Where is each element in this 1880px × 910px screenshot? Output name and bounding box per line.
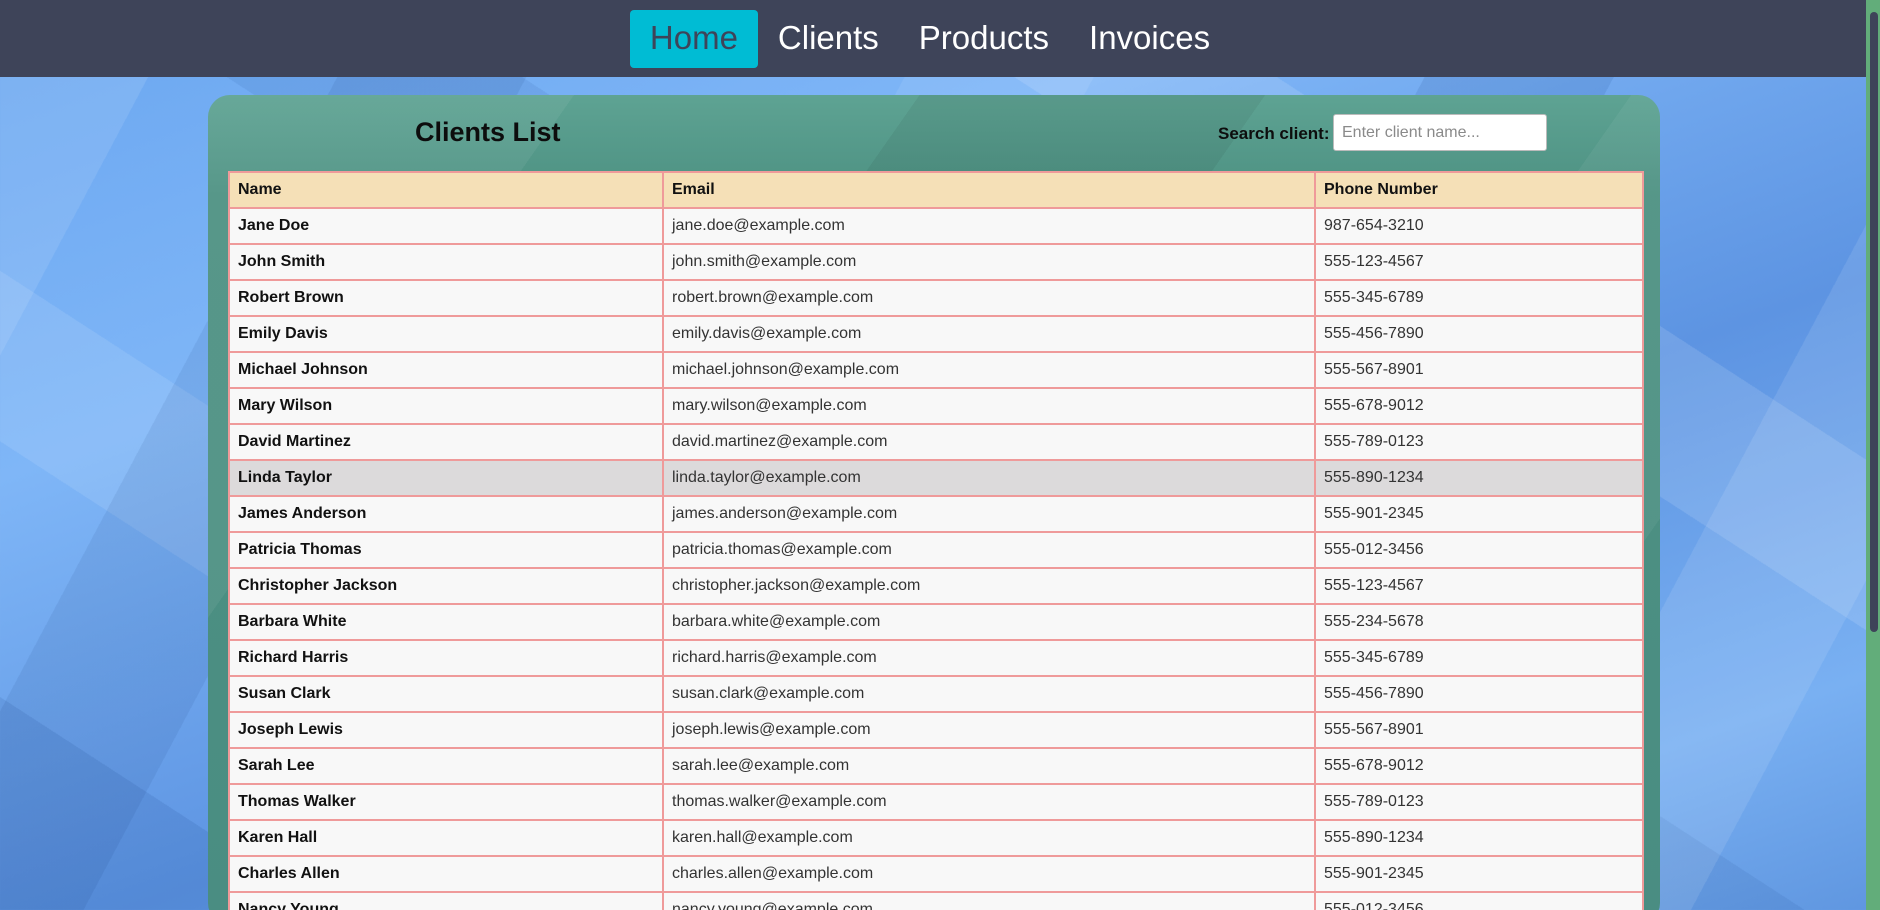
cell-phone: 555-012-3456 <box>1314 891 1644 910</box>
scrollbar-thumb[interactable] <box>1870 12 1878 632</box>
cell-phone: 555-901-2345 <box>1314 855 1644 893</box>
table-row[interactable]: Jane Doe jane.doe@example.com 987-654-3210 <box>228 207 1644 245</box>
cell-phone: 555-901-2345 <box>1314 495 1644 533</box>
cell-phone: 555-123-4567 <box>1314 567 1644 605</box>
cell-email: patricia.thomas@example.com <box>662 531 1316 569</box>
cell-name: James Anderson <box>228 495 664 533</box>
cell-phone: 555-234-5678 <box>1314 603 1644 641</box>
cell-name: Linda Taylor <box>228 459 664 497</box>
cell-phone: 555-456-7890 <box>1314 315 1644 353</box>
cell-name: Thomas Walker <box>228 783 664 821</box>
cell-name: Joseph Lewis <box>228 711 664 749</box>
cell-name: Robert Brown <box>228 279 664 317</box>
table-row[interactable]: John Smith john.smith@example.com 555-123-… <box>228 243 1644 281</box>
cell-email: mary.wilson@example.com <box>662 387 1316 425</box>
cell-phone: 555-890-1234 <box>1314 459 1644 497</box>
cell-name: Patricia Thomas <box>228 531 664 569</box>
table-row[interactable]: James Anderson james.anderson@example.com… <box>228 495 1644 533</box>
cell-email: karen.hall@example.com <box>662 819 1316 857</box>
table-header-row: Name Email Phone Number <box>228 171 1644 209</box>
cell-email: thomas.walker@example.com <box>662 783 1316 821</box>
table-row[interactable]: Joseph Lewis joseph.lewis@example.com 555-… <box>228 711 1644 749</box>
cell-email: richard.harris@example.com <box>662 639 1316 677</box>
search-input[interactable] <box>1333 114 1547 151</box>
cell-email: jane.doe@example.com <box>662 207 1316 245</box>
cell-email: joseph.lewis@example.com <box>662 711 1316 749</box>
header-name[interactable]: Name <box>228 171 664 209</box>
table-row[interactable]: David Martinez david.martinez@example.com… <box>228 423 1644 461</box>
clients-table-wrapper: Name Email Phone Number Jane Doe jane.doe… <box>228 171 1644 910</box>
cell-phone: 555-567-8901 <box>1314 711 1644 749</box>
cell-phone: 555-567-8901 <box>1314 351 1644 389</box>
table-row[interactable]: Christopher Jackson christopher.jackson@e… <box>228 567 1644 605</box>
header-phone[interactable]: Phone Number <box>1314 171 1644 209</box>
header-email[interactable]: Email <box>662 171 1316 209</box>
cell-name: Karen Hall <box>228 819 664 857</box>
table-row[interactable]: Barbara White barbara.white@example.com 55… <box>228 603 1644 641</box>
cell-name: David Martinez <box>228 423 664 461</box>
cell-phone: 555-678-9012 <box>1314 747 1644 785</box>
cell-email: nancy.young@example.com <box>662 891 1316 910</box>
table-row[interactable]: Emily Davis emily.davis@example.com 555-45… <box>228 315 1644 353</box>
table-row[interactable]: Linda Taylor linda.taylor@example.com 555-… <box>228 459 1644 497</box>
cell-email: james.anderson@example.com <box>662 495 1316 533</box>
cell-email: susan.clark@example.com <box>662 675 1316 713</box>
clients-panel: Clients List Search client: Name Email P… <box>208 95 1660 910</box>
cell-email: david.martinez@example.com <box>662 423 1316 461</box>
nav-invoices[interactable]: Invoices <box>1069 10 1230 68</box>
cell-email: barbara.white@example.com <box>662 603 1316 641</box>
cell-name: Emily Davis <box>228 315 664 353</box>
table-row[interactable]: Mary Wilson mary.wilson@example.com 555-67… <box>228 387 1644 425</box>
table-row[interactable]: Richard Harris richard.harris@example.com… <box>228 639 1644 677</box>
cell-email: john.smith@example.com <box>662 243 1316 281</box>
cell-email: sarah.lee@example.com <box>662 747 1316 785</box>
cell-phone: 555-456-7890 <box>1314 675 1644 713</box>
cell-name: Barbara White <box>228 603 664 641</box>
table-row[interactable]: Karen Hall karen.hall@example.com 555-890-… <box>228 819 1644 857</box>
table-row[interactable]: Sarah Lee sarah.lee@example.com 555-678-90… <box>228 747 1644 785</box>
cell-name: Michael Johnson <box>228 351 664 389</box>
cell-email: christopher.jackson@example.com <box>662 567 1316 605</box>
cell-name: Mary Wilson <box>228 387 664 425</box>
cell-phone: 555-789-0123 <box>1314 423 1644 461</box>
table-body: Jane Doe jane.doe@example.com 987-654-3210… <box>228 207 1644 910</box>
clients-table: Name Email Phone Number Jane Doe jane.doe… <box>228 171 1644 910</box>
cell-email: emily.davis@example.com <box>662 315 1316 353</box>
cell-email: michael.johnson@example.com <box>662 351 1316 389</box>
cell-phone: 987-654-3210 <box>1314 207 1644 245</box>
cell-phone: 555-345-6789 <box>1314 279 1644 317</box>
cell-name: Jane Doe <box>228 207 664 245</box>
page-scrollbar[interactable] <box>1866 0 1880 910</box>
nav-home[interactable]: Home <box>629 9 758 68</box>
cell-name: Charles Allen <box>228 855 664 893</box>
page-title: Clients List <box>415 117 561 147</box>
cell-phone: 555-678-9012 <box>1314 387 1644 425</box>
cell-name: Sarah Lee <box>228 747 664 785</box>
nav-clients[interactable]: Clients <box>758 10 899 68</box>
cell-phone: 555-890-1234 <box>1314 819 1644 857</box>
cell-phone: 555-789-0123 <box>1314 783 1644 821</box>
panel-header: Clients List Search client: <box>208 95 1660 173</box>
cell-name: John Smith <box>228 243 664 281</box>
table-row[interactable]: Thomas Walker thomas.walker@example.com 55… <box>228 783 1644 821</box>
cell-name: Susan Clark <box>228 675 664 713</box>
cell-phone: 555-012-3456 <box>1314 531 1644 569</box>
cell-email: charles.allen@example.com <box>662 855 1316 893</box>
nav-products[interactable]: Products <box>899 10 1069 68</box>
table-row[interactable]: Robert Brown robert.brown@example.com 555-… <box>228 279 1644 317</box>
table-row[interactable]: Patricia Thomas patricia.thomas@example.c… <box>228 531 1644 569</box>
cell-email: linda.taylor@example.com <box>662 459 1316 497</box>
cell-name: Nancy Young <box>228 891 664 910</box>
cell-phone: 555-123-4567 <box>1314 243 1644 281</box>
table-row[interactable]: Michael Johnson michael.johnson@example.c… <box>228 351 1644 389</box>
table-row[interactable]: Charles Allen charles.allen@example.com 55… <box>228 855 1644 893</box>
top-nav: Home Clients Products Invoices <box>0 0 1880 77</box>
cell-name: Richard Harris <box>228 639 664 677</box>
search-label: Search client: <box>1218 124 1330 143</box>
table-row[interactable]: Nancy Young nancy.young@example.com 555-01… <box>228 891 1644 910</box>
cell-phone: 555-345-6789 <box>1314 639 1644 677</box>
cell-name: Christopher Jackson <box>228 567 664 605</box>
table-row[interactable]: Susan Clark susan.clark@example.com 555-45… <box>228 675 1644 713</box>
cell-email: robert.brown@example.com <box>662 279 1316 317</box>
